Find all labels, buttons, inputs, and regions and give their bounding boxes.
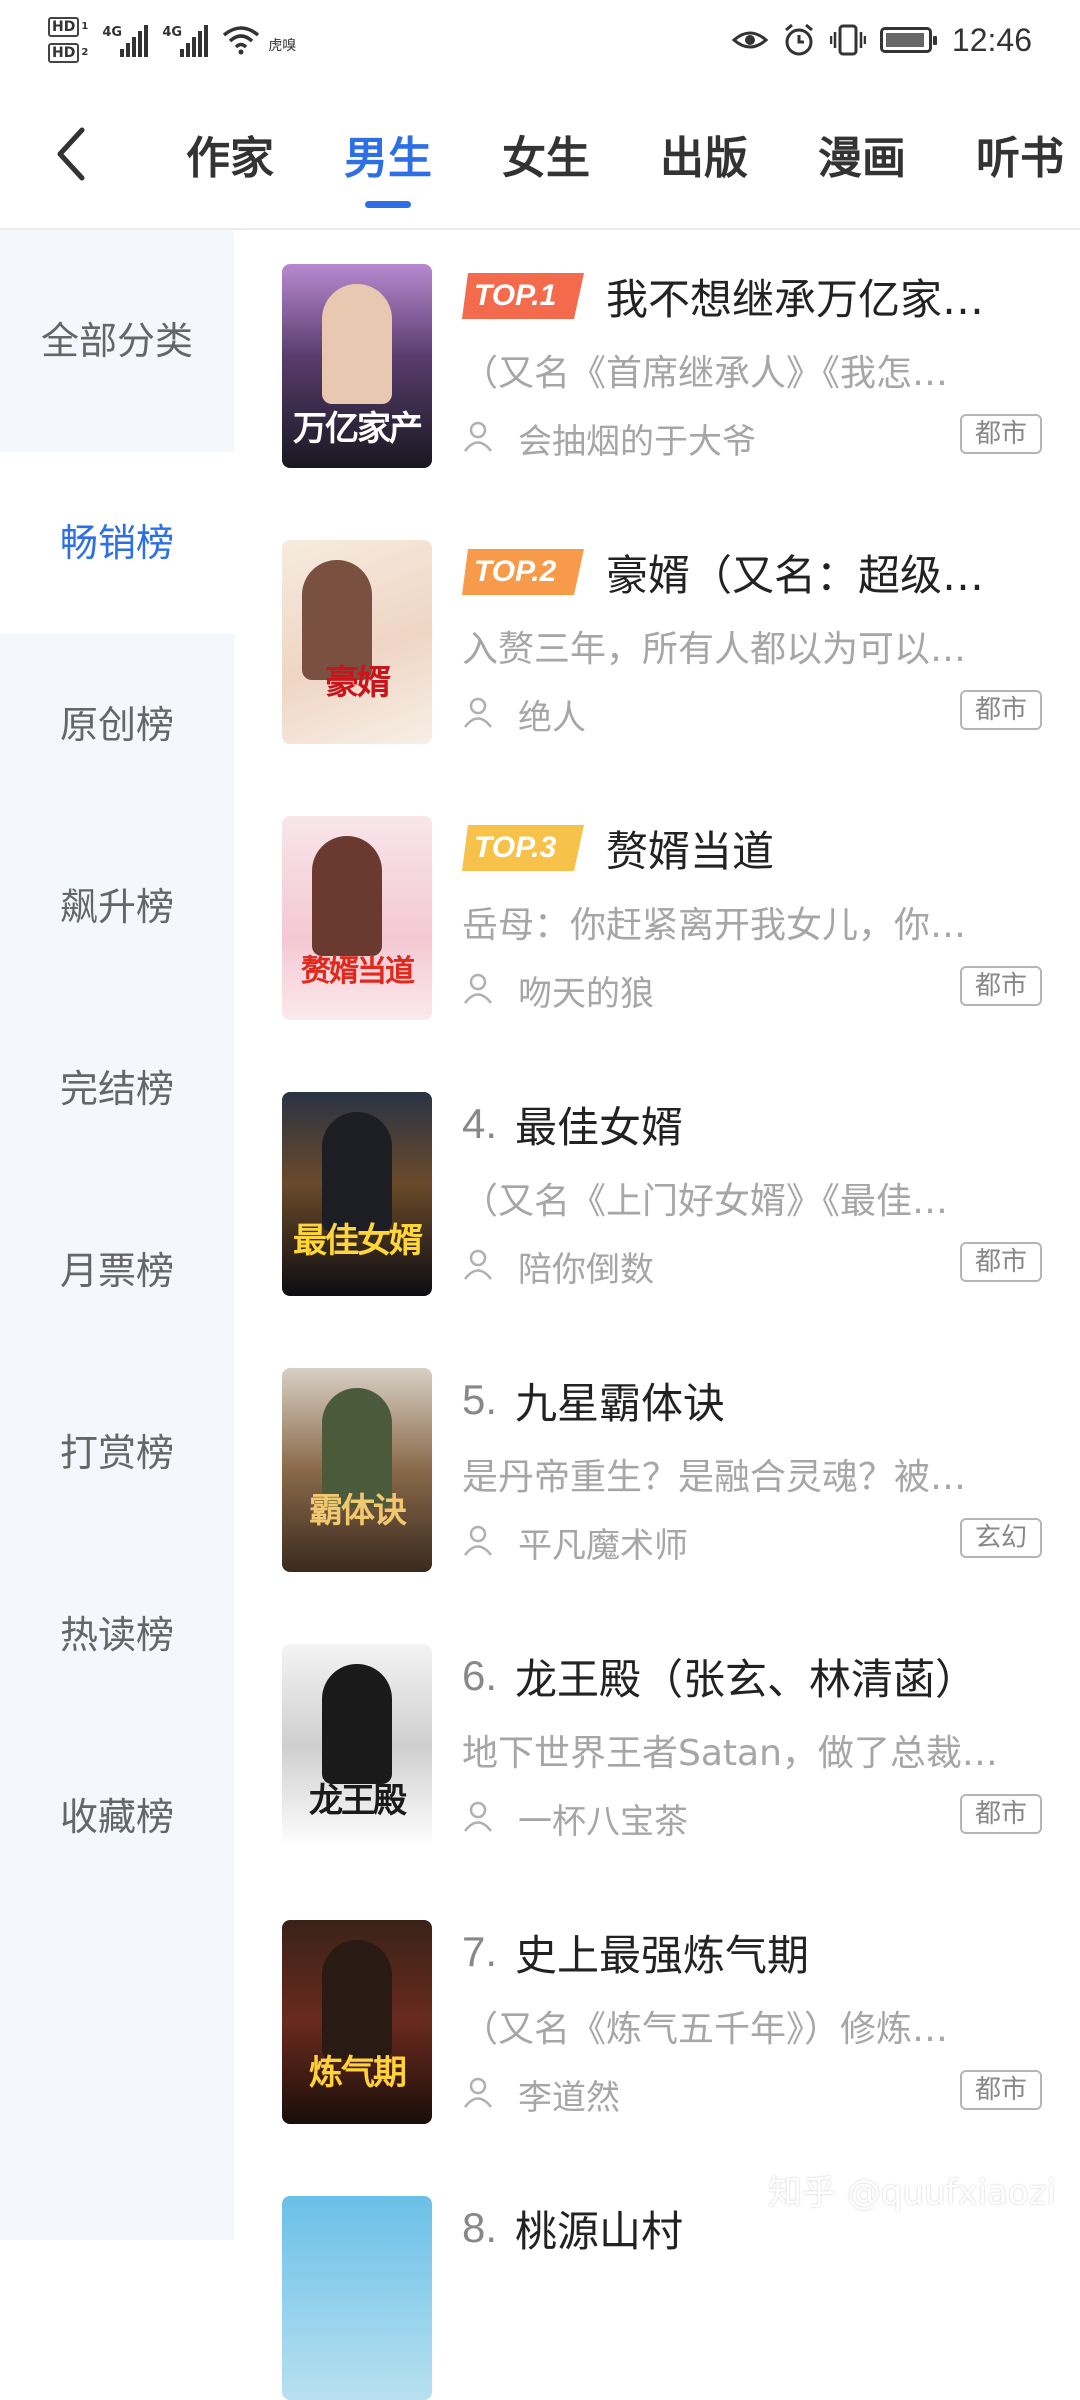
book-item[interactable]: 万亿家产 TOP.1 我不想继承万亿家… （又名《首席继承人》《我怎… 会抽烟的… (282, 264, 1042, 468)
genre-tag[interactable]: 都市 (960, 1242, 1042, 1282)
genre-tag[interactable]: 玄幻 (960, 1518, 1042, 1558)
book-cover[interactable] (282, 2196, 432, 2400)
ranking-sidebar: 全部分类 畅销榜 原创榜 飙升榜 完结榜 月票榜 打赏榜 热读榜 收藏榜 (0, 230, 234, 2240)
book-description: 是丹帝重生？是融合灵魂？被… (462, 1457, 967, 1498)
book-title[interactable]: 龙王殿（张玄、林清菡） (515, 1646, 977, 1707)
back-arrow-icon[interactable] (46, 122, 100, 186)
hd-icon: HD 2 (48, 43, 88, 63)
book-description: 岳母：你赶紧离开我女儿，你… (462, 905, 967, 946)
book-cover[interactable]: 赘婿当道 (282, 816, 432, 1020)
clock: 12:46 (951, 21, 1032, 58)
book-author[interactable]: 李道然 (518, 2070, 620, 2119)
sidebar-item-original[interactable]: 原创榜 (0, 634, 234, 816)
genre-tag[interactable]: 都市 (960, 2070, 1042, 2110)
sidebar-item-monthly-tickets[interactable]: 月票榜 (0, 1180, 234, 1362)
top-nav: 作家 男生 女生 出版 漫画 听书 (0, 80, 1080, 230)
user-icon (464, 1525, 492, 1556)
eye-icon (731, 31, 768, 49)
rank-number: 6. (462, 1652, 498, 1699)
genre-tag[interactable]: 都市 (960, 1794, 1042, 1834)
book-cover[interactable]: 炼气期 (282, 1920, 432, 2124)
sidebar-item-all-categories[interactable]: 全部分类 (0, 230, 234, 452)
user-icon (464, 1249, 492, 1280)
book-title[interactable]: 我不想继承万亿家… (606, 266, 984, 327)
book-item[interactable]: 8. 桃源山村 (282, 2196, 1042, 2400)
watermark: 知乎 @quufxiaozi (768, 2173, 1056, 2213)
book-item[interactable]: 豪婿 TOP.2 豪婿（又名：超级… 入赘三年，所有人都以为可以… 绝人 都市 (282, 540, 1042, 744)
sidebar-item-favorites[interactable]: 收藏榜 (0, 1726, 234, 1908)
rank-number: 7. (462, 1928, 498, 1975)
book-item[interactable]: 最佳女婿 4. 最佳女婿 （又名《上门好女婿》《最佳… 陪你倒数 都市 (282, 1092, 1042, 1296)
wifi-icon (223, 26, 260, 55)
book-item[interactable]: 龙王殿 6. 龙王殿（张玄、林清菡） 地下世界王者Satan，做了总裁… 一杯八… (282, 1644, 1042, 1848)
rank-number: 8. (462, 2204, 498, 2251)
top2-badge: TOP.2 (462, 549, 584, 595)
book-description: （又名《上门好女婿》《最佳… (462, 1181, 949, 1222)
signal-icon: 4G (102, 23, 149, 57)
tab-author[interactable]: 作家 (186, 122, 274, 186)
book-author[interactable]: 绝人 (518, 690, 586, 739)
genre-tag[interactable]: 都市 (960, 414, 1042, 454)
book-title[interactable]: 赘婿当道 (606, 818, 774, 879)
book-description: （又名《炼气五千年》）修炼… (462, 2009, 949, 2050)
hd-icon: HD 1 (48, 17, 88, 37)
top3-badge: TOP.3 (462, 825, 584, 871)
genre-tag[interactable]: 都市 (960, 966, 1042, 1006)
book-cover[interactable]: 最佳女婿 (282, 1092, 432, 1296)
book-item[interactable]: 炼气期 7. 史上最强炼气期 （又名《炼气五千年》）修炼… 李道然 都市 (282, 1920, 1042, 2124)
sidebar-item-hot-reads[interactable]: 热读榜 (0, 1544, 234, 1726)
book-description: 入赘三年，所有人都以为可以… (462, 629, 967, 670)
book-cover[interactable]: 万亿家产 (282, 264, 432, 468)
book-author[interactable]: 陪你倒数 (518, 1242, 654, 1291)
book-author[interactable]: 吻天的狼 (518, 966, 654, 1015)
alarm-icon (784, 23, 813, 56)
user-icon (464, 697, 492, 728)
book-item[interactable]: 赘婿当道 TOP.3 赘婿当道 岳母：你赶紧离开我女儿，你… 吻天的狼 都市 (282, 816, 1042, 1020)
user-icon (464, 421, 492, 452)
tab-publishing[interactable]: 出版 (660, 122, 748, 186)
user-icon (464, 973, 492, 1004)
book-cover[interactable]: 豪婿 (282, 540, 432, 744)
book-author[interactable]: 平凡魔术师 (518, 1518, 688, 1567)
user-icon (464, 1801, 492, 1832)
sidebar-item-tips[interactable]: 打赏榜 (0, 1362, 234, 1544)
book-description: （又名《首席继承人》《我怎… (462, 353, 949, 394)
tab-comics[interactable]: 漫画 (818, 122, 906, 186)
battery-icon (879, 27, 937, 53)
book-title[interactable]: 史上最强炼气期 (515, 1922, 809, 1983)
status-bar: HD 1 HD 2 4G 4G 虎嗅 12:46 (0, 0, 1080, 80)
book-title[interactable]: 豪婿（又名：超级… (606, 542, 984, 603)
rank-number: 5. (462, 1376, 498, 1423)
user-icon (464, 2077, 492, 2108)
category-tabs: 作家 男生 女生 出版 漫画 听书 (186, 80, 1064, 228)
wifi-label: 虎嗅 (268, 38, 297, 54)
signal-icon: 4G (162, 23, 209, 57)
tab-male[interactable]: 男生 (344, 122, 432, 186)
book-title[interactable]: 最佳女婿 (515, 1094, 683, 1155)
tab-audiobooks[interactable]: 听书 (976, 122, 1064, 186)
book-description: 地下世界王者Satan，做了总裁… (462, 1733, 998, 1774)
sidebar-item-bestseller[interactable]: 畅销榜 (0, 452, 234, 634)
book-cover[interactable]: 霸体诀 (282, 1368, 432, 1572)
book-author[interactable]: 一杯八宝茶 (518, 1794, 688, 1843)
book-author[interactable]: 会抽烟的于大爷 (518, 414, 756, 463)
genre-tag[interactable]: 都市 (960, 690, 1042, 730)
top1-badge: TOP.1 (462, 273, 584, 319)
book-item[interactable]: 霸体诀 5. 九星霸体诀 是丹帝重生？是融合灵魂？被… 平凡魔术师 玄幻 (282, 1368, 1042, 1572)
book-title[interactable]: 桃源山村 (515, 2198, 683, 2259)
sidebar-item-completed[interactable]: 完结榜 (0, 998, 234, 1180)
vibrate-icon (829, 24, 866, 56)
book-title[interactable]: 九星霸体诀 (515, 1370, 725, 1431)
tab-female[interactable]: 女生 (502, 122, 590, 186)
book-cover[interactable]: 龙王殿 (282, 1644, 432, 1848)
sidebar-item-rising[interactable]: 飙升榜 (0, 816, 234, 998)
rank-number: 4. (462, 1100, 498, 1147)
hd-indicators: HD 1 HD 2 (48, 17, 88, 63)
